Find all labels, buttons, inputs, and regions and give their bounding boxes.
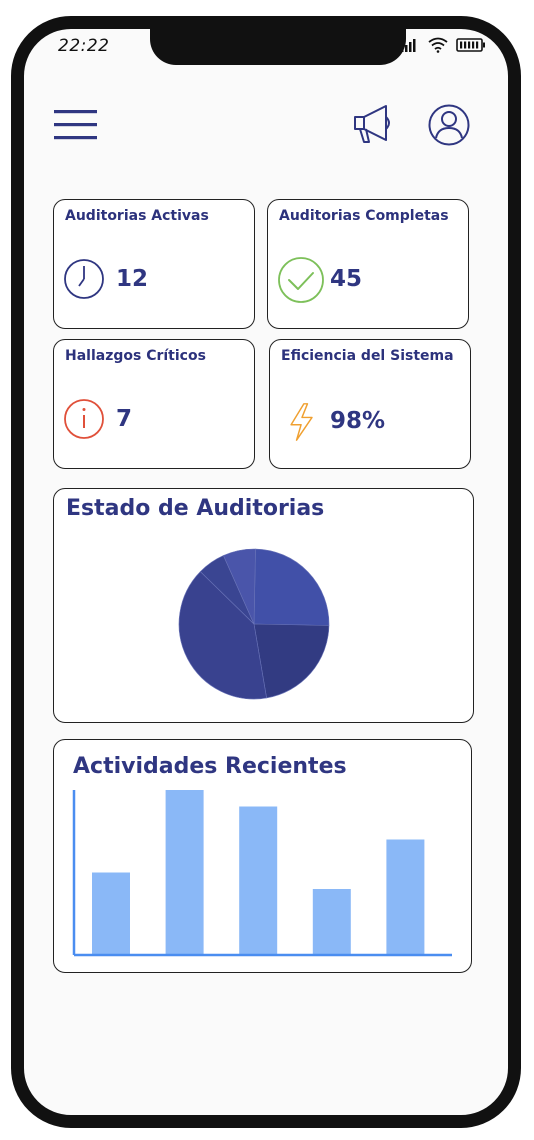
stat-value: 98% [330, 408, 386, 434]
bar [312, 889, 351, 955]
pie-slice [253, 623, 330, 699]
stat-title: Eficiencia del Sistema [281, 348, 454, 364]
user-icon[interactable] [427, 103, 471, 147]
stat-value: 45 [330, 266, 363, 292]
megaphone-icon[interactable] [352, 103, 396, 145]
bar [165, 790, 204, 955]
notch [150, 29, 406, 65]
battery-icon [456, 38, 485, 52]
stat-title: Auditorias Completas [279, 208, 449, 224]
wifi-icon [428, 37, 448, 53]
clock-icon [64, 259, 104, 299]
bar [92, 872, 130, 955]
bar [239, 806, 278, 955]
menu-icon[interactable] [54, 109, 98, 141]
phone-frame: 22:22 Auditorias Activas 12 Auditorias C… [11, 16, 521, 1128]
stat-title: Auditorias Activas [65, 208, 209, 224]
recent-activity-panel: Actividades Recientes [53, 739, 472, 973]
stat-value: 12 [116, 266, 149, 292]
stat-title: Hallazgos Críticos [65, 348, 206, 364]
stat-card-active-audits[interactable]: Auditorias Activas 12 [53, 199, 255, 329]
signal-icon [401, 39, 416, 52]
pie-slice [253, 548, 330, 626]
check-circle-icon [278, 257, 324, 303]
pie-chart [178, 548, 330, 700]
bar [386, 839, 425, 955]
status-time: 22:22 [58, 36, 110, 56]
stat-card-critical-findings[interactable]: Hallazgos Críticos 7 [53, 339, 255, 469]
bar-chart [72, 790, 452, 957]
stat-card-system-efficiency[interactable]: Eficiencia del Sistema 98% [269, 339, 471, 469]
stat-value: 7 [116, 406, 133, 432]
stat-card-completed-audits[interactable]: Auditorias Completas 45 [267, 199, 469, 329]
info-icon [64, 399, 104, 439]
status-icons [400, 37, 486, 53]
audit-status-panel: Estado de Auditorias [53, 488, 474, 723]
lightning-icon [290, 403, 313, 441]
